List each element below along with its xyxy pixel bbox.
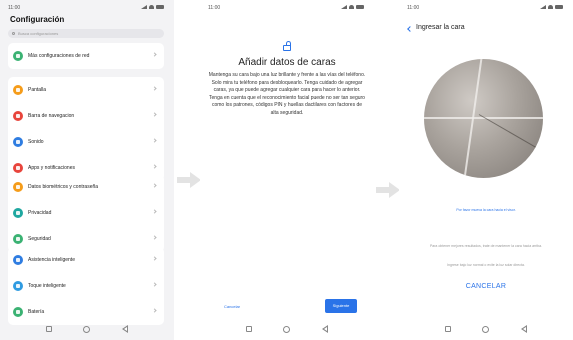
settings-item-label: Datos biométricos y contraseña: [28, 184, 99, 190]
chevron-right-icon: [152, 183, 157, 188]
chevron-right-icon: [152, 308, 157, 313]
settings-item-navigation-bar[interactable]: Barra de navegacion: [8, 103, 164, 129]
settings-group-device: Pantalla Barra de navegacion Sonido Apps…: [8, 77, 164, 181]
chevron-right-icon: [152, 86, 157, 91]
settings-group-network: Más configuraciones de red: [8, 43, 164, 69]
status-bar: 11:00: [399, 5, 573, 13]
home-icon[interactable]: [83, 325, 91, 333]
face-intro-screen: 11:00 Añadir datos de caras Mantenga su …: [200, 0, 374, 340]
settings-item-network[interactable]: Más configuraciones de red: [8, 43, 164, 69]
arrow-right-icon: [376, 182, 400, 198]
back-triangle-icon[interactable]: [322, 325, 329, 333]
search-input[interactable]: Busca configuraciones: [8, 29, 164, 38]
recents-icon[interactable]: [45, 326, 52, 332]
status-time: 11:00: [407, 5, 420, 11]
unlock-icon: [282, 41, 292, 51]
settings-item-label: Privacidad: [28, 210, 52, 216]
page-title: Ingresar la cara: [416, 24, 465, 31]
settings-screen: 11:00 Configuración Busca configuracione…: [0, 0, 174, 340]
chevron-right-icon: [152, 256, 157, 261]
chevron-right-icon: [152, 209, 157, 214]
navigation-bar-icon: [13, 111, 23, 121]
wifi-icon: [349, 5, 354, 9]
signal-icon: [141, 5, 147, 9]
chevron-right-icon: [152, 235, 157, 240]
system-nav-bar: [200, 318, 374, 340]
settings-item-biometrics[interactable]: Datos biométricos y contraseña: [8, 174, 164, 200]
settings-item-label: Asistencia inteligente: [28, 257, 75, 263]
back-triangle-icon[interactable]: [521, 325, 528, 333]
settings-item-label: Apps y notificaciones: [28, 165, 75, 171]
cancel-button[interactable]: CANCELAR: [399, 283, 573, 290]
battery-status-icon: [156, 5, 164, 9]
signal-icon: [540, 5, 546, 9]
settings-item-label: Toque inteligente: [28, 283, 66, 289]
wifi-icon: [149, 5, 154, 9]
page-title: Configuración: [10, 15, 65, 24]
chevron-right-icon: [152, 112, 157, 117]
scan-hint: Por favor mueva la cara hacia el visor.: [456, 208, 516, 212]
arrow-right-icon: [177, 172, 201, 188]
home-icon[interactable]: [482, 325, 490, 333]
cancel-button[interactable]: Cancelar: [224, 304, 240, 309]
apps-icon: [13, 163, 23, 173]
touch-icon: [13, 281, 23, 291]
face-scan-screen: 11:00 Ingresar la cara Por favor mueva l…: [399, 0, 573, 340]
description-text: Mantenga su cara bajo una luz brillante …: [208, 72, 366, 116]
display-icon: [13, 85, 23, 95]
status-bar: 11:00: [0, 5, 174, 13]
settings-item-label: Sonido: [28, 139, 44, 145]
privacy-icon: [13, 208, 23, 218]
biometric-icon: [13, 182, 23, 192]
recents-icon[interactable]: [245, 326, 252, 332]
settings-item-assistant[interactable]: Asistencia inteligente: [8, 247, 164, 273]
assistant-icon: [13, 255, 23, 265]
chevron-right-icon: [152, 282, 157, 287]
system-nav-bar: [0, 318, 174, 340]
chevron-right-icon: [152, 164, 157, 169]
page-title: Añadir datos de caras: [238, 57, 336, 68]
settings-item-label: Seguridad: [28, 236, 51, 242]
network-icon: [13, 51, 23, 61]
settings-item-display[interactable]: Pantalla: [8, 77, 164, 103]
search-placeholder: Busca configuraciones: [18, 31, 59, 36]
sound-icon: [13, 137, 23, 147]
security-icon: [13, 234, 23, 244]
signal-icon: [341, 5, 347, 9]
chevron-right-icon: [152, 52, 157, 57]
back-triangle-icon[interactable]: [122, 325, 129, 333]
battery-status-icon: [356, 5, 364, 9]
settings-item-label: Batería: [28, 309, 45, 315]
status-bar: 11:00: [200, 5, 374, 13]
search-icon: [12, 32, 15, 35]
settings-item-privacy[interactable]: Privacidad: [8, 200, 164, 226]
status-time: 11:00: [208, 5, 221, 11]
settings-group-smart: Asistencia inteligente Toque inteligente…: [8, 247, 164, 325]
system-nav-bar: [399, 318, 573, 340]
settings-item-label: Más configuraciones de red: [28, 53, 90, 59]
settings-item-touch[interactable]: Toque inteligente: [8, 273, 164, 299]
camera-preview: [424, 59, 543, 178]
battery-icon: [13, 307, 23, 317]
back-arrow-icon[interactable]: [407, 26, 413, 32]
settings-item-label: Pantalla: [28, 87, 47, 93]
status-time: 11:00: [8, 5, 21, 11]
settings-group-security: Datos biométricos y contraseña Privacida…: [8, 174, 164, 252]
scan-tip: Para obtener mejores resultados, trate d…: [429, 244, 543, 248]
recents-icon[interactable]: [444, 326, 451, 332]
settings-item-sound[interactable]: Sonido: [8, 129, 164, 155]
scan-tip-light: Ingrese bajo luz normal o evite la luz s…: [447, 263, 525, 267]
wifi-icon: [548, 5, 553, 9]
next-button[interactable]: Siguiente: [325, 299, 357, 313]
home-icon[interactable]: [283, 325, 291, 333]
battery-status-icon: [555, 5, 563, 9]
settings-item-label: Barra de navegacion: [28, 113, 75, 119]
chevron-right-icon: [152, 138, 157, 143]
